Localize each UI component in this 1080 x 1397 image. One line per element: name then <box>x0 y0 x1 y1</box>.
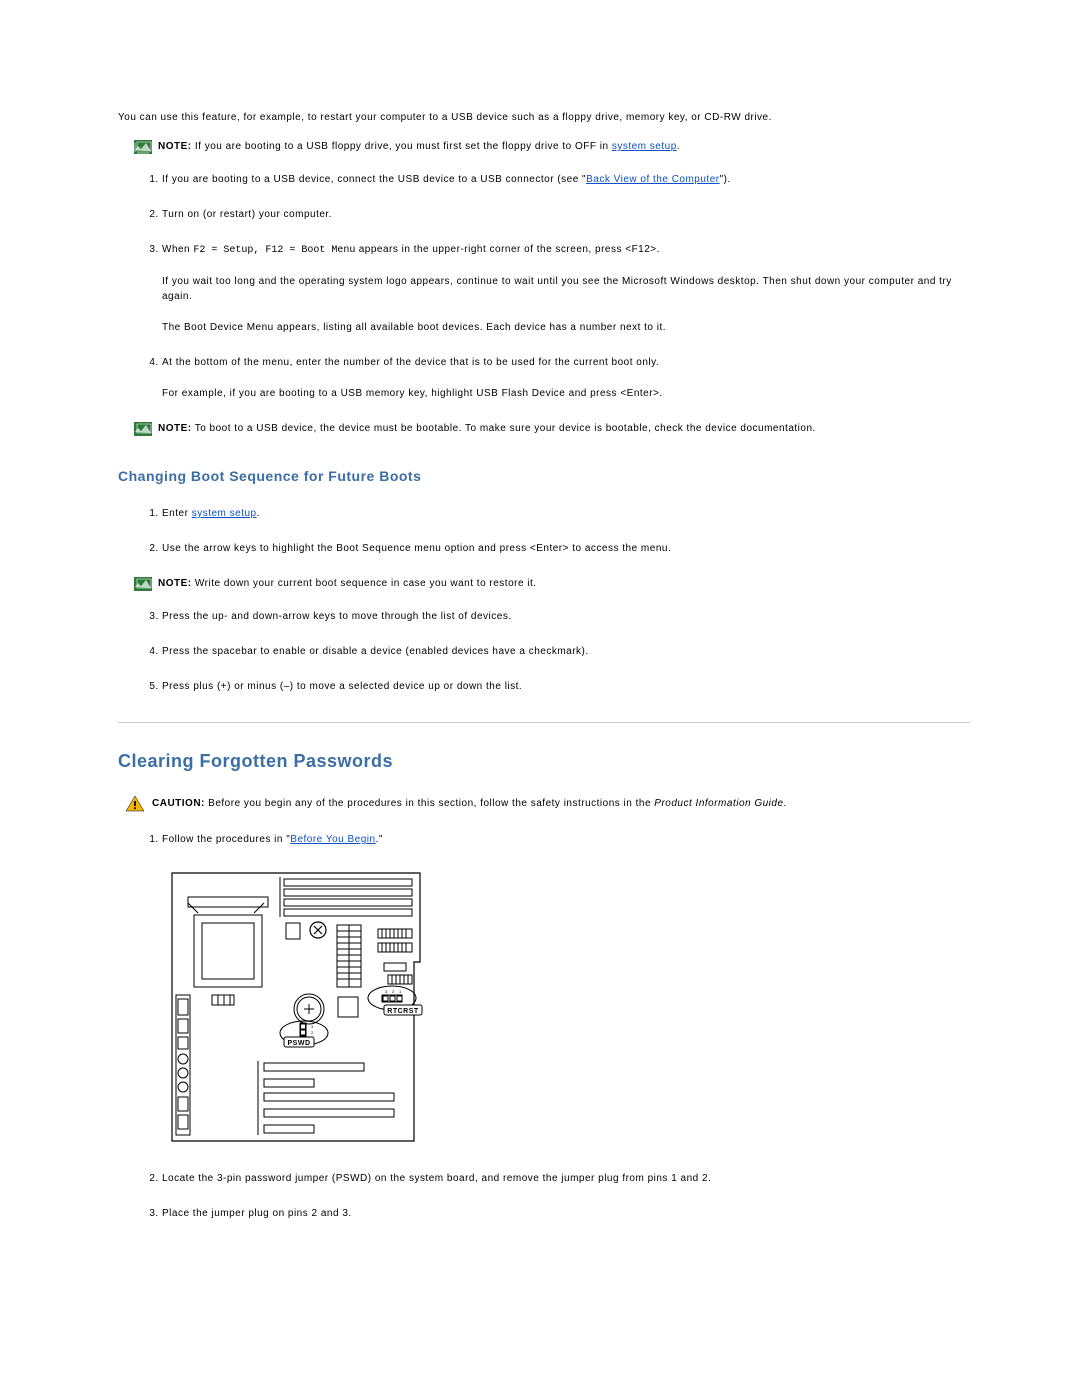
note-text: NOTE: To boot to a USB device, the devic… <box>158 421 816 436</box>
note-label: NOTE: <box>158 141 192 152</box>
svg-text:1: 1 <box>399 989 402 994</box>
motherboard-diagram: 3 2 1 PSWD 3 2 1 RTCRST <box>166 867 970 1147</box>
note-icon <box>134 577 152 591</box>
note-label: NOTE: <box>158 423 192 434</box>
note-usb-floppy: NOTE: If you are booting to a USB floppy… <box>134 139 970 154</box>
step-2: Locate the 3-pin password jumper (PSWD) … <box>162 1171 970 1186</box>
step-4: Press the spacebar to enable or disable … <box>162 644 970 659</box>
caution-text: CAUTION: Before you begin any of the pro… <box>152 796 787 811</box>
pswd-pins-text: 3 <box>311 1024 314 1029</box>
svg-text:2: 2 <box>311 1030 314 1035</box>
svg-text:2: 2 <box>392 989 395 994</box>
step-1: Enter system setup. <box>162 506 970 521</box>
intro-paragraph: You can use this feature, for example, t… <box>118 110 970 125</box>
note-icon <box>134 422 152 436</box>
step-3-sub1: If you wait too long and the operating s… <box>162 274 970 304</box>
note-bootable-device: NOTE: To boot to a USB device, the devic… <box>134 421 970 436</box>
section-divider <box>118 722 970 723</box>
svg-text:3: 3 <box>385 989 388 994</box>
product-info-guide: Product Information Guide <box>654 798 783 809</box>
page-content: You can use this feature, for example, t… <box>0 0 1080 1301</box>
caution-safety: CAUTION: Before you begin any of the pro… <box>126 796 970 812</box>
steps-clear-password-b: Locate the 3-pin password jumper (PSWD) … <box>138 1171 970 1221</box>
rtcrst-label: RTCRST <box>387 1008 419 1015</box>
before-you-begin-link[interactable]: Before You Begin <box>290 834 375 845</box>
code-keys: F2 = Setup, F12 = Boot Menu <box>193 245 355 256</box>
step-4: At the bottom of the menu, enter the num… <box>162 355 970 401</box>
steps-future-boot-a: Enter system setup. Use the arrow keys t… <box>138 506 970 556</box>
note-label: NOTE: <box>158 578 192 589</box>
heading-clearing-passwords: Clearing Forgotten Passwords <box>118 751 970 772</box>
step-1: If you are booting to a USB device, conn… <box>162 172 970 187</box>
caution-label: CAUTION: <box>152 798 205 809</box>
system-setup-link-2[interactable]: system setup <box>192 508 257 519</box>
heading-change-boot-sequence: Changing Boot Sequence for Future Boots <box>118 468 970 484</box>
step-1: Follow the procedures in "Before You Beg… <box>162 832 970 847</box>
step-4-sub1: For example, if you are booting to a USB… <box>162 386 970 401</box>
back-view-link[interactable]: Back View of the Computer <box>586 174 720 185</box>
note-text: NOTE: If you are booting to a USB floppy… <box>158 139 680 154</box>
step-3: When F2 = Setup, F12 = Boot Menu appears… <box>162 242 970 335</box>
step-2: Turn on (or restart) your computer. <box>162 207 970 222</box>
steps-future-boot-b: Press the up- and down-arrow keys to mov… <box>138 609 970 694</box>
pswd-label: PSWD <box>288 1040 311 1047</box>
caution-icon <box>126 796 144 812</box>
steps-clear-password-a: Follow the procedures in "Before You Beg… <box>138 832 970 847</box>
note-write-sequence: NOTE: Write down your current boot seque… <box>134 576 970 591</box>
step-2: Use the arrow keys to highlight the Boot… <box>162 541 970 556</box>
system-setup-link[interactable]: system setup <box>612 141 677 152</box>
note-text: NOTE: Write down your current boot seque… <box>158 576 537 591</box>
step-3: Place the jumper plug on pins 2 and 3. <box>162 1206 970 1221</box>
step-5: Press plus (+) or minus (–) to move a se… <box>162 679 970 694</box>
step-3-sub2: The Boot Device Menu appears, listing al… <box>162 320 970 335</box>
note-icon <box>134 140 152 154</box>
steps-current-boot: If you are booting to a USB device, conn… <box>138 172 970 401</box>
step-3: Press the up- and down-arrow keys to mov… <box>162 609 970 624</box>
